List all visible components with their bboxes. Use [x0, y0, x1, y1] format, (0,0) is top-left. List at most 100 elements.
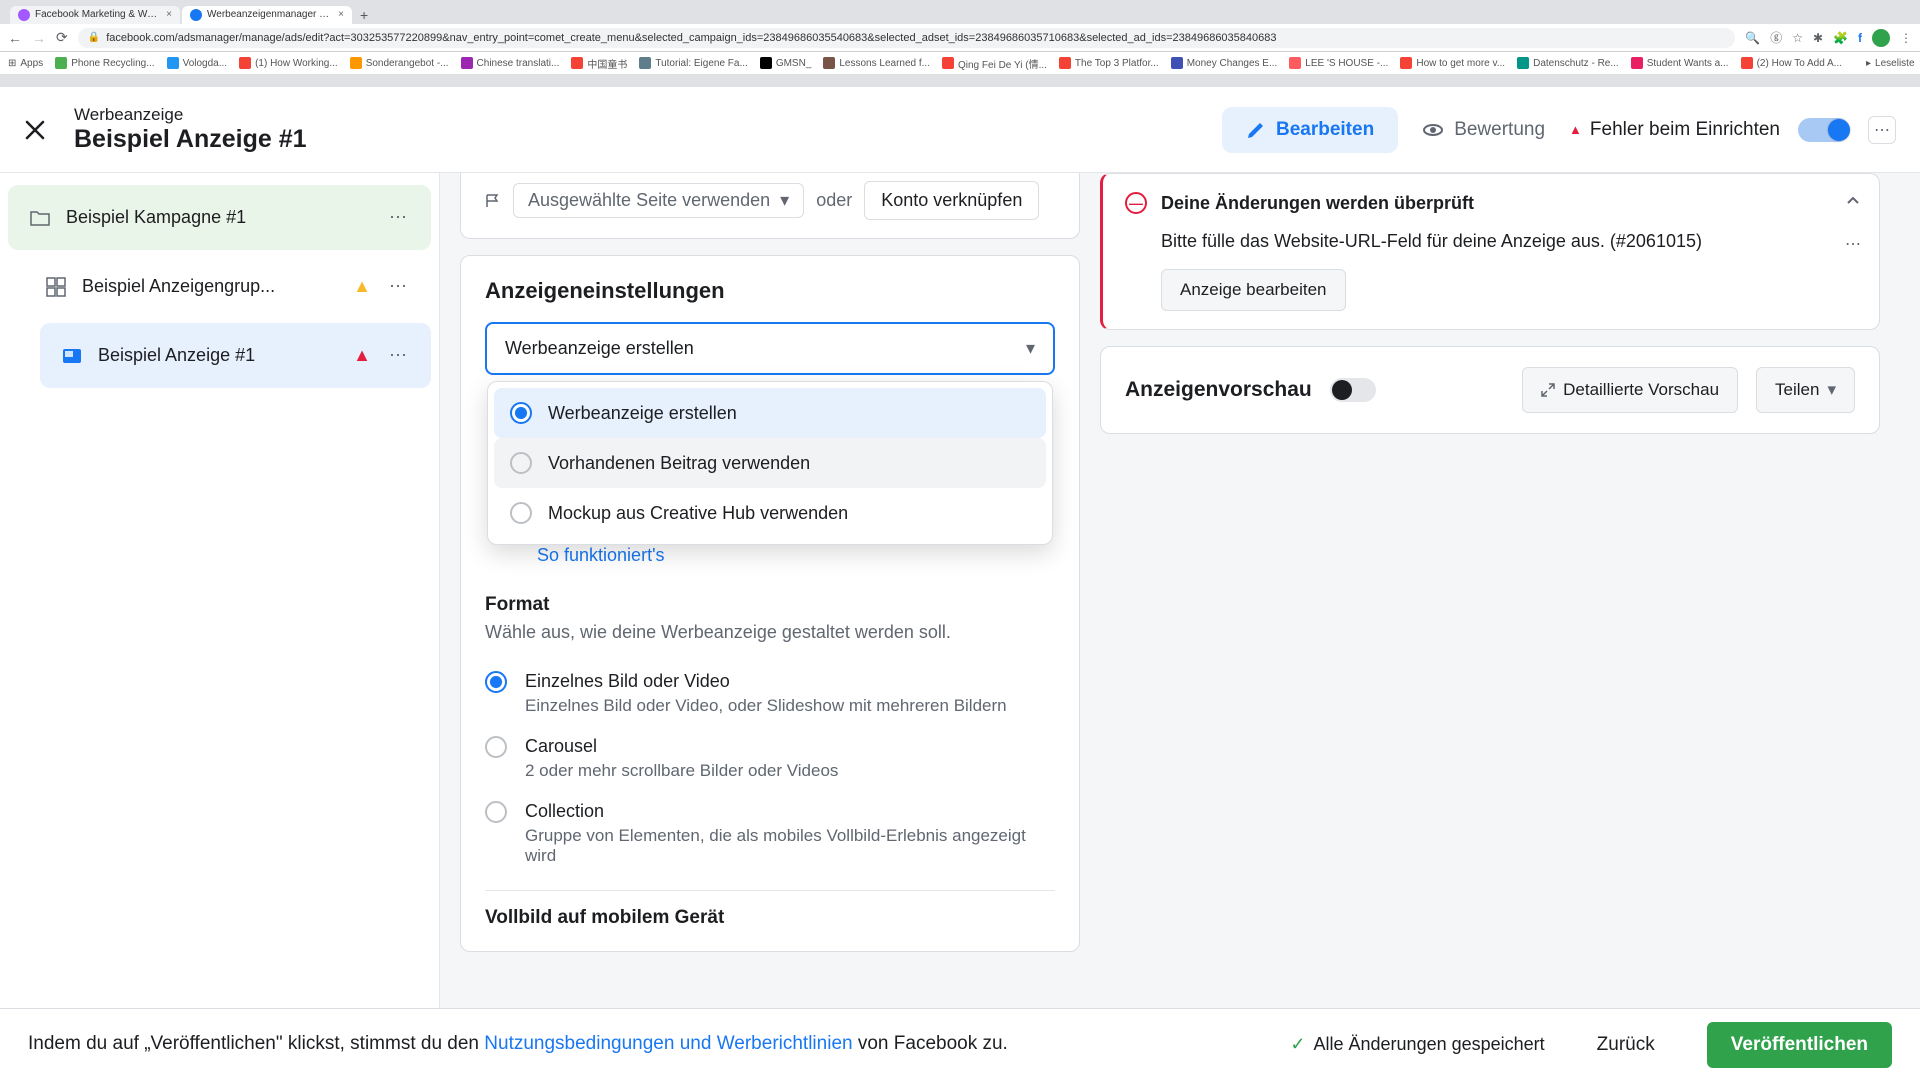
radio-icon [510, 502, 532, 524]
ad-toggle[interactable] [1798, 118, 1850, 142]
ad-source-select[interactable]: Werbeanzeige erstellen ▾ Werbeanzeige er… [485, 322, 1055, 375]
page-title: Beispiel Anzeige #1 [74, 125, 1222, 154]
sidebar-item-adgroup[interactable]: Beispiel Anzeigengrup... ▲ ⋯ [24, 254, 431, 319]
tab-title: Facebook Marketing & Werbea... [35, 9, 161, 20]
dd-option-mockup[interactable]: Mockup aus Creative Hub verwenden [494, 488, 1046, 538]
share-button[interactable]: Teilen ▾ [1756, 367, 1855, 413]
error-circle-icon: — [1125, 192, 1147, 214]
bookmark-item[interactable]: Money Changes E... [1171, 57, 1278, 69]
sidebar-item-campaign[interactable]: Beispiel Kampagne #1 ⋯ [8, 185, 431, 250]
bookmark-item[interactable]: (1) How Working... [239, 57, 338, 69]
bookmark-item[interactable]: Phone Recycling... [55, 57, 154, 69]
main-area: Beispiel Kampagne #1 ⋯ Beispiel Anzeigen… [0, 173, 1920, 1009]
more-icon[interactable]: ⋯ [385, 341, 411, 370]
bookmark-item[interactable]: Chinese translati... [461, 57, 560, 69]
bookmark-item[interactable]: (2) How To Add A... [1741, 57, 1842, 69]
browser-tab-active[interactable]: Werbeanzeigenmanager – We... × [182, 6, 352, 24]
format-hint: Gruppe von Elementen, die als mobiles Vo… [525, 826, 1055, 866]
puzzle-icon[interactable]: 🧩 [1833, 31, 1848, 45]
link-account-button[interactable]: Konto verknüpfen [864, 181, 1039, 220]
dd-option-existing[interactable]: Vorhandenen Beitrag verwenden [494, 438, 1046, 488]
publish-button[interactable]: Veröffentlichen [1707, 1022, 1892, 1068]
chevron-up-icon[interactable] [1845, 192, 1861, 208]
how-it-works-link[interactable]: So funktioniert's [537, 545, 1055, 566]
format-hint: Einzelnes Bild oder Video, oder Slidesho… [525, 696, 1055, 716]
close-icon[interactable]: × [338, 9, 344, 20]
folder-icon [28, 206, 52, 230]
reading-list[interactable]: ▸ Leseliste [1866, 58, 1915, 69]
radio-icon [485, 801, 507, 823]
format-option-collection[interactable]: Collection Gruppe von Elementen, die als… [485, 791, 1055, 876]
format-option-carousel[interactable]: Carousel 2 oder mehr scrollbare Bilder o… [485, 726, 1055, 791]
bookmark-item[interactable]: Tutorial: Eigene Fa... [639, 57, 747, 69]
bookmark-item[interactable]: 中国童书 [571, 56, 627, 71]
more-icon[interactable]: ⋯ [385, 272, 411, 301]
sidebar-item-ad[interactable]: Beispiel Anzeige #1 ▲ ⋯ [40, 323, 431, 388]
close-icon[interactable] [24, 119, 46, 141]
footer-consent-text: Indem du auf „Veröffentlichen" klickst, … [28, 1031, 1008, 1058]
bookmark-item[interactable]: Sonderangebot -... [350, 57, 449, 69]
page-selector-label: Ausgewählte Seite verwenden [528, 190, 770, 211]
bookmark-item[interactable]: Qing Fei De Yi (情... [942, 56, 1047, 71]
extension-icon[interactable]: ✱ [1813, 31, 1823, 45]
profile-icon[interactable] [1872, 29, 1890, 47]
format-hint: 2 oder mehr scrollbare Bilder oder Video… [525, 761, 1055, 781]
star-icon[interactable]: ☆ [1792, 31, 1803, 45]
lock-icon: 🔒 [88, 32, 100, 43]
more-icon[interactable]: ⋯ [385, 203, 411, 232]
forward-icon[interactable]: → [32, 30, 46, 46]
bookmark-item[interactable]: Datenschutz - Re... [1517, 57, 1619, 69]
bookmark-item[interactable]: How to get more v... [1400, 57, 1505, 69]
tab-review[interactable]: Bewertung [1398, 107, 1569, 153]
new-tab-button[interactable]: + [354, 7, 374, 23]
format-option-single[interactable]: Einzelnes Bild oder Video Einzelnes Bild… [485, 661, 1055, 726]
url-input[interactable]: 🔒 facebook.com/adsmanager/manage/ads/edi… [78, 28, 1736, 48]
apps-button[interactable]: ⊞ Apps [8, 58, 43, 69]
footer-terms-link[interactable]: Nutzungsbedingungen und Werberichtlinien [484, 1033, 852, 1054]
close-icon[interactable]: × [166, 9, 172, 20]
edit-ad-button[interactable]: Anzeige bearbeiten [1161, 269, 1346, 311]
app-header: Werbeanzeige Beispiel Anzeige #1 Bearbei… [0, 87, 1920, 173]
fullscreen-mobile-heading: Vollbild auf mobilem Gerät [485, 907, 1055, 929]
bookmark-item[interactable]: Vologda... [167, 57, 227, 69]
back-button[interactable]: Zurück [1573, 1022, 1679, 1068]
share-label: Teilen [1775, 380, 1819, 400]
browser-tab[interactable]: Facebook Marketing & Werbea... × [10, 6, 180, 24]
footer-bar: Indem du auf „Veröffentlichen" klickst, … [0, 1008, 1920, 1080]
chevron-down-icon: ▾ [1026, 338, 1035, 359]
check-icon: ✓ [1290, 1034, 1305, 1055]
more-icon[interactable]: ⋯ [1845, 234, 1861, 254]
translate-icon[interactable]: ⓖ [1770, 29, 1782, 46]
menu-icon[interactable]: ⋮ [1900, 31, 1912, 45]
bookmarks-bar: ⊞ Apps Phone Recycling... Vologda... (1)… [0, 52, 1920, 75]
facebook-icon[interactable]: f [1858, 31, 1862, 45]
adgroup-icon [44, 275, 68, 299]
tab-edit[interactable]: Bearbeiten [1222, 107, 1398, 153]
option-label: Vorhandenen Beitrag verwenden [548, 453, 810, 474]
bookmark-item[interactable]: LEE 'S HOUSE -... [1289, 57, 1388, 69]
search-icon[interactable]: 🔍 [1745, 31, 1760, 45]
more-menu-button[interactable]: ⋯ [1868, 116, 1896, 144]
radio-icon [485, 736, 507, 758]
pencil-icon [1246, 120, 1266, 140]
bookmark-item[interactable]: GMSN_ [760, 57, 812, 69]
preview-toggle[interactable] [1330, 378, 1376, 402]
ad-icon [60, 344, 84, 368]
dd-option-create[interactable]: Werbeanzeige erstellen [494, 388, 1046, 438]
format-heading: Format [485, 594, 1055, 616]
preview-title: Anzeigenvorschau [1125, 378, 1312, 402]
back-icon[interactable]: ← [8, 30, 22, 46]
error-status: ▲ Fehler beim Einrichten [1569, 119, 1780, 141]
page-connect-card: Ausgewählte Seite verwenden ▾ oder Konto… [460, 173, 1080, 239]
bookmark-item[interactable]: The Top 3 Platfor... [1059, 57, 1159, 69]
bookmark-item[interactable]: Lessons Learned f... [823, 57, 930, 69]
detailed-preview-button[interactable]: Detaillierte Vorschau [1522, 367, 1738, 413]
reload-icon[interactable]: ⟳ [56, 29, 68, 46]
bookmark-item[interactable]: Student Wants a... [1631, 57, 1729, 69]
divider [485, 890, 1055, 891]
ad-source-dropdown: Werbeanzeige erstellen Vorhandenen Beitr… [487, 381, 1053, 545]
right-column: — Deine Änderungen werden überprüft Bitt… [1100, 173, 1900, 1009]
radio-icon [510, 402, 532, 424]
radio-icon [510, 452, 532, 474]
page-selector[interactable]: Ausgewählte Seite verwenden ▾ [513, 183, 804, 218]
